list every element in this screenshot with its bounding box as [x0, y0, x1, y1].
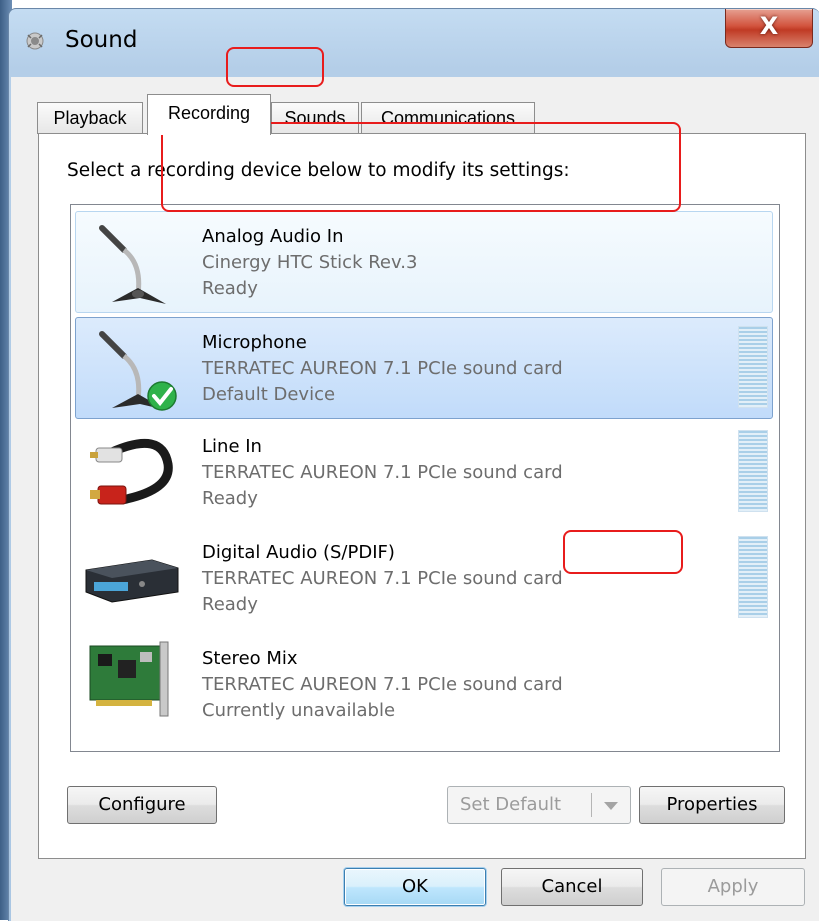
cancel-button[interactable]: Cancel	[501, 868, 643, 906]
device-driver: TERRATEC AUREON 7.1 PCIe sound card	[202, 358, 563, 379]
ok-button[interactable]: OK	[344, 868, 486, 906]
split-divider	[591, 793, 592, 817]
set-default-label: Set Default	[460, 794, 562, 815]
device-analog-audio-in[interactable]: Analog Audio In Cinergy HTC Stick Rev.3 …	[75, 211, 773, 313]
set-default-split-button: Set Default	[447, 786, 631, 824]
default-check-icon	[147, 381, 177, 411]
device-name: Analog Audio In	[202, 226, 344, 247]
device-name: Microphone	[202, 332, 307, 353]
spdif-device-icon	[85, 559, 179, 603]
speaker-icon	[26, 32, 44, 50]
tab-recording[interactable]: Recording	[147, 94, 271, 135]
device-status: Currently unavailable	[202, 700, 396, 721]
device-microphone[interactable]: Microphone TERRATEC AUREON 7.1 PCIe soun…	[75, 317, 773, 419]
device-status: Default Device	[202, 384, 336, 405]
close-icon: X	[759, 12, 779, 40]
recording-device-list[interactable]: Analog Audio In Cinergy HTC Stick Rev.3 …	[70, 204, 780, 752]
level-meter	[738, 430, 768, 512]
device-name: Stereo Mix	[202, 648, 298, 669]
window-title: Sound	[65, 27, 138, 53]
device-name: Line In	[202, 436, 262, 457]
sound-card-icon	[89, 641, 169, 717]
microphone-default-icon	[99, 331, 177, 411]
level-meter	[738, 536, 768, 618]
recording-tab-panel: Select a recording device below to modif…	[38, 133, 806, 859]
annotation-box-device	[563, 530, 683, 574]
chevron-down-icon	[604, 802, 618, 810]
device-stereo-mix[interactable]: Stereo Mix TERRATEC AUREON 7.1 PCIe soun…	[75, 633, 773, 735]
title-bar[interactable]: Sound X	[9, 9, 819, 73]
device-driver: TERRATEC AUREON 7.1 PCIe sound card	[202, 674, 563, 695]
apply-button: Apply	[661, 868, 805, 906]
close-button[interactable]: X	[725, 9, 813, 48]
microphone-icon	[99, 225, 166, 304]
device-line-in[interactable]: Line In TERRATEC AUREON 7.1 PCIe sound c…	[75, 421, 773, 523]
device-status: Ready	[202, 278, 258, 299]
device-driver: TERRATEC AUREON 7.1 PCIe sound card	[202, 462, 563, 483]
device-status: Ready	[202, 488, 258, 509]
device-driver: Cinergy HTC Stick Rev.3	[202, 252, 418, 273]
configure-button[interactable]: Configure	[67, 786, 217, 824]
tab-playback[interactable]: Playback	[37, 102, 143, 134]
device-name: Digital Audio (S/PDIF)	[202, 542, 395, 563]
rca-cable-icon	[90, 439, 173, 505]
device-status: Ready	[202, 594, 258, 615]
level-meter	[738, 326, 768, 408]
annotation-box-title	[226, 47, 324, 87]
properties-button[interactable]: Properties	[639, 786, 785, 824]
annotation-box-instructions	[161, 122, 681, 212]
device-driver: TERRATEC AUREON 7.1 PCIe sound card	[202, 568, 563, 589]
